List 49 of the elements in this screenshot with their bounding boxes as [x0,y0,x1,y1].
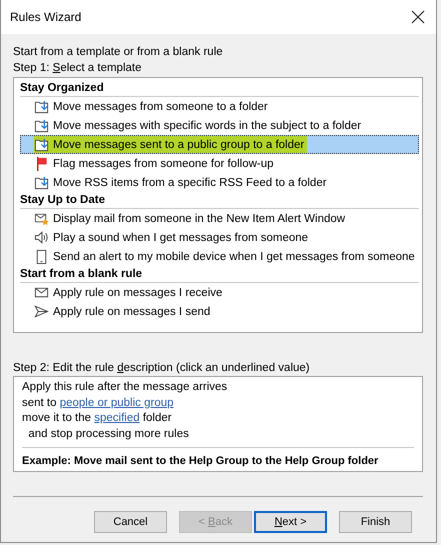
folder-arrow-icon [34,175,49,190]
wizard-button[interactable]: Finish [339,511,412,533]
template-label: Display mail from someone in the New Item Alert Window [53,212,346,224]
value-link[interactable]: specified [94,412,140,424]
envelope-icon [34,285,49,300]
template-item[interactable]: Display mail from someone in the New Item Alert Window [20,209,419,228]
close-icon[interactable] [410,9,426,25]
template-label: Move messages from someone to a folder [53,100,268,112]
template-label: Play a sound when I get messages from someone [53,232,308,244]
template-label: Move RSS items from a specific RSS Feed to a folder [53,176,327,188]
template-item[interactable]: Move RSS items from a specific RSS Feed to a folder [20,173,419,192]
example-text: Example: Move mail sent to the Help Group to the Help Group folder [22,454,380,469]
group-header: Start from a blank rule [20,266,419,283]
template-item[interactable]: Apply rule on messages I send [20,302,419,321]
description-text: move it to the [22,412,92,424]
template-item[interactable]: Flag messages from someone for follow-up [20,154,419,173]
flag-icon [34,156,49,171]
template-item[interactable]: Move messages from someone to a folder [20,97,419,116]
template-label: Apply rule on messages I receive [53,286,222,298]
window-title: Rules Wizard [10,10,82,24]
template-item[interactable]: Move messages sent to a public group to a folder [20,135,419,154]
template-item[interactable]: Apply rule on messages I receive [20,283,419,302]
template-item[interactable]: Move messages with specific words in the subject to a folder [20,116,419,135]
group-header: Stay Up to Date [20,192,419,209]
folder-arrow-icon [34,118,49,133]
value-link[interactable]: people or public group [60,396,174,408]
template-label: Apply rule on messages I send [53,306,210,318]
group-header: Stay Organized [20,80,419,97]
folder-arrow-icon [34,99,49,114]
envelope-star-icon [34,211,49,226]
description-text: and stop processing more rules [27,426,190,442]
template-label: Send an alert to my mobile device when I get messages from someone [53,250,415,262]
template-label: Move messages sent to a public group to a folder [53,138,304,150]
wizard-button[interactable]: Cancel [94,511,167,533]
step-label: Step 2: Edit the rule description (click an underlined value) [13,361,310,376]
phone-icon [34,249,49,264]
folder-arrow-icon [34,137,49,152]
template-label: Move messages with specific words in the subject to a folder [53,120,362,132]
description-text: sent to [22,396,58,408]
intro-text: Start from a template or from a blank rule [13,45,223,60]
step-label: Step 1: Select a template [13,61,142,76]
template-label: Flag messages from someone for follow-up [53,158,274,170]
send-icon [34,304,49,319]
template-item[interactable]: Send an alert to my mobile device when I get messages from someone [20,247,419,266]
speaker-icon [34,230,49,245]
description-text: folder [142,412,172,424]
wizard-button[interactable]: Next > [254,511,327,533]
description-text: Apply this rule after the message arrives [22,380,228,395]
template-item[interactable]: Play a sound when I get messages from someone [20,228,419,247]
